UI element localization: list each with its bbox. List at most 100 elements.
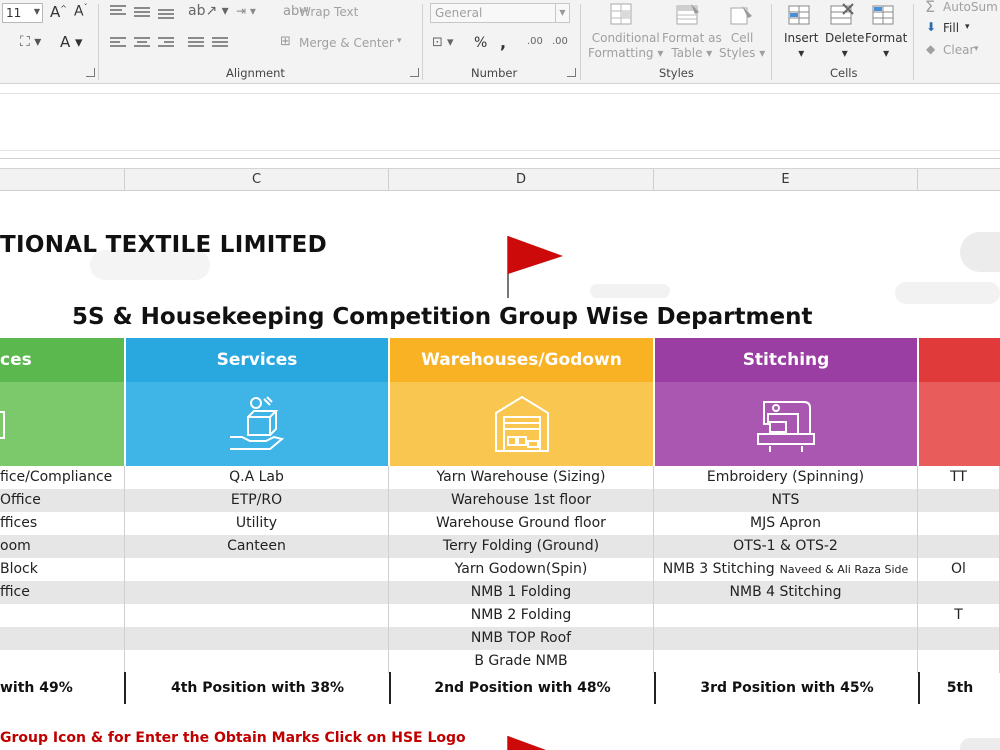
increase-font-icon[interactable]: A^ xyxy=(50,3,67,21)
fill-color-icon[interactable]: ⛶ ▾ xyxy=(20,34,41,50)
eraser-icon: ◆ xyxy=(926,42,936,56)
table-cell[interactable]: Warehouse Ground floor xyxy=(389,512,654,535)
decrease-font-icon[interactable]: Aˇ xyxy=(74,3,88,20)
table-cell[interactable] xyxy=(125,558,389,581)
group-icon-cell[interactable] xyxy=(126,382,388,466)
clear-button[interactable]: Clear xyxy=(943,43,974,57)
align-center-icon[interactable] xyxy=(134,37,150,49)
group-icon-cell[interactable] xyxy=(0,382,124,466)
increase-decimal-button[interactable]: .00 xyxy=(527,36,543,47)
align-right-icon[interactable] xyxy=(158,37,174,49)
group-icon-cell[interactable] xyxy=(390,382,653,466)
column-header[interactable] xyxy=(918,169,1000,191)
table-cell[interactable] xyxy=(918,581,1000,604)
table-cell[interactable]: Yarn Warehouse (Sizing) xyxy=(389,466,654,489)
table-cell[interactable] xyxy=(654,627,918,650)
table-cell[interactable]: NMB 4 Stitching xyxy=(654,581,918,604)
chevron-down-icon[interactable]: ▾ xyxy=(397,36,402,46)
align-middle-icon[interactable] xyxy=(134,7,150,19)
decrease-indent-icon[interactable] xyxy=(188,37,204,49)
column-header-c[interactable]: C xyxy=(125,169,389,191)
align-top-icon[interactable] xyxy=(110,5,126,17)
table-cell[interactable]: NMB 2 Folding xyxy=(389,604,654,627)
dialog-launcher-icon[interactable] xyxy=(410,68,419,77)
font-size-box[interactable]: 11 ▼ xyxy=(2,3,43,23)
table-cell[interactable] xyxy=(125,604,389,627)
table-cell[interactable] xyxy=(654,650,918,673)
table-cell[interactable]: ETP/RO xyxy=(125,489,389,512)
table-cell[interactable]: Warehouse 1st floor xyxy=(389,489,654,512)
cell-text: TT xyxy=(950,469,967,485)
table-cell[interactable] xyxy=(125,650,389,673)
table-cell[interactable]: fice/Compliance xyxy=(0,466,125,489)
table-cell[interactable] xyxy=(918,535,1000,558)
merge-center-button[interactable]: Merge & Center xyxy=(299,36,394,50)
table-cell[interactable] xyxy=(654,604,918,627)
table-cell[interactable]: Utility xyxy=(125,512,389,535)
table-cell[interactable]: NMB TOP Roof xyxy=(389,627,654,650)
formula-bar[interactable] xyxy=(0,93,1000,151)
table-cell[interactable] xyxy=(918,489,1000,512)
align-left-icon[interactable] xyxy=(110,37,126,49)
percent-button[interactable]: % xyxy=(474,35,487,51)
fill-button[interactable]: Fill xyxy=(943,21,959,35)
table-cell[interactable] xyxy=(918,627,1000,650)
increase-indent-icon[interactable] xyxy=(212,37,228,49)
table-cell[interactable]: Office xyxy=(0,489,125,512)
table-cell[interactable]: Block xyxy=(0,558,125,581)
table-cell[interactable]: TT xyxy=(918,466,1000,489)
group-header-offices[interactable]: ces xyxy=(0,338,124,382)
table-cell[interactable]: Ol xyxy=(918,558,1000,581)
cell-styles-button[interactable]: Cell Styles ▾ xyxy=(719,31,765,61)
cloud-decoration xyxy=(960,738,1000,750)
indent-icon[interactable]: ⇥ ▾ xyxy=(236,4,256,18)
table-cell[interactable] xyxy=(0,627,125,650)
decrease-decimal-button[interactable]: .00 xyxy=(552,36,568,47)
table-cell[interactable] xyxy=(918,650,1000,673)
accounting-icon[interactable]: ⊡ ▾ xyxy=(432,35,454,50)
column-header-d[interactable]: D xyxy=(389,169,654,191)
table-cell[interactable]: B Grade NMB xyxy=(389,650,654,673)
table-cell[interactable]: MJS Apron xyxy=(654,512,918,535)
dialog-launcher-icon[interactable] xyxy=(86,68,95,77)
group-header-warehouses[interactable]: Warehouses/Godown xyxy=(390,338,653,382)
group-icon-cell[interactable] xyxy=(655,382,917,466)
table-cell[interactable] xyxy=(125,581,389,604)
table-cell[interactable]: OTS-1 & OTS-2 xyxy=(654,535,918,558)
table-cell[interactable]: Yarn Godown(Spin) xyxy=(389,558,654,581)
group-header-stitching[interactable]: Stitching xyxy=(655,338,917,382)
table-cell[interactable]: ffice xyxy=(0,581,125,604)
table-cell[interactable] xyxy=(125,627,389,650)
dialog-launcher-icon[interactable] xyxy=(567,68,576,77)
delete-button[interactable]: Delete ▾ xyxy=(825,31,864,61)
number-format-select[interactable]: General ▼ xyxy=(430,3,570,23)
wrap-text-button[interactable]: Wrap Text xyxy=(299,5,358,19)
insert-button[interactable]: Insert ▾ xyxy=(784,31,818,61)
table-cell[interactable]: NTS xyxy=(654,489,918,512)
align-bottom-icon[interactable] xyxy=(158,9,174,21)
font-color-icon[interactable]: A ▾ xyxy=(60,33,83,51)
autosum-button[interactable]: AutoSum xyxy=(943,0,998,14)
table-cell[interactable]: oom xyxy=(0,535,125,558)
table-cell[interactable]: NMB 3 Stitching Naveed & Ali Raza Side xyxy=(654,558,918,581)
format-as-table-button[interactable]: Format as Table ▾ xyxy=(662,31,722,61)
group-icon-cell[interactable] xyxy=(919,382,1000,466)
table-cell[interactable]: Canteen xyxy=(125,535,389,558)
orientation-icon[interactable]: ab↗ ▾ xyxy=(188,3,229,19)
format-button[interactable]: Format ▾ xyxy=(865,31,907,61)
column-header[interactable] xyxy=(0,169,125,191)
table-cell[interactable]: Embroidery (Spinning) xyxy=(654,466,918,489)
table-cell[interactable] xyxy=(918,512,1000,535)
table-cell[interactable]: ffices xyxy=(0,512,125,535)
table-cell[interactable]: Q.A Lab xyxy=(125,466,389,489)
table-cell[interactable] xyxy=(0,604,125,627)
conditional-formatting-button[interactable]: Conditional Formatting ▾ xyxy=(588,31,663,61)
table-cell[interactable] xyxy=(0,650,125,673)
table-cell[interactable]: NMB 1 Folding xyxy=(389,581,654,604)
table-cell[interactable]: Terry Folding (Ground) xyxy=(389,535,654,558)
column-header-e[interactable]: E xyxy=(654,169,918,191)
table-cell[interactable]: T xyxy=(918,604,1000,627)
comma-button[interactable]: , xyxy=(500,33,506,52)
group-header-next[interactable] xyxy=(919,338,1000,382)
group-header-services[interactable]: Services xyxy=(126,338,388,382)
